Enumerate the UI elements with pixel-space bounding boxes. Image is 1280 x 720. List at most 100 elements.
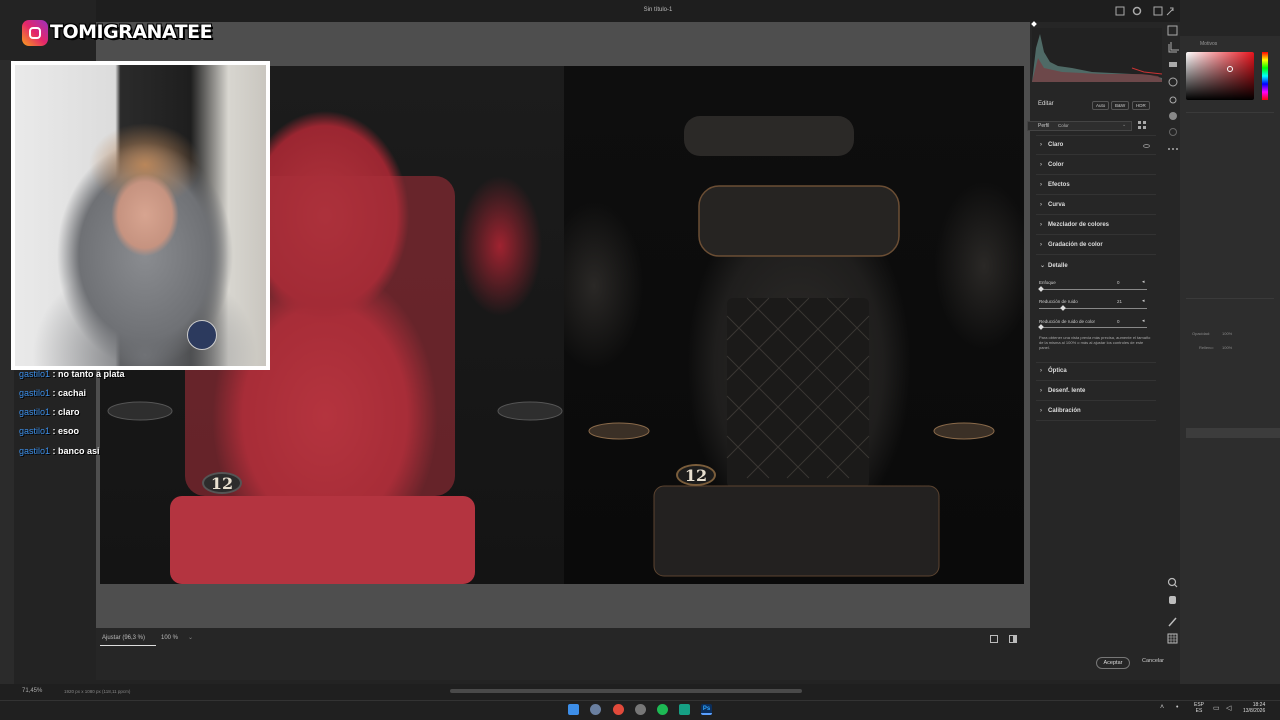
before-after-view-icon[interactable] — [1009, 635, 1017, 643]
spotify-icon[interactable] — [657, 704, 668, 715]
lang-region: ES — [1195, 708, 1203, 714]
slider-track-reduccion-ruido[interactable] — [1039, 308, 1147, 309]
divider — [1036, 214, 1156, 215]
divider — [1036, 400, 1156, 401]
right-panels-header — [1180, 0, 1280, 36]
chat-username: gastilo1 — [19, 369, 51, 379]
network-icon[interactable]: ▭ — [1213, 704, 1220, 712]
zoom-status[interactable]: 71,45% — [22, 688, 42, 694]
app-icon[interactable] — [679, 704, 690, 715]
opacity-value[interactable]: 100% — [1222, 331, 1232, 336]
divider — [1036, 380, 1156, 381]
color-picker-field[interactable] — [1186, 52, 1254, 100]
bw-button[interactable]: B&W — [1111, 101, 1130, 110]
section-optica[interactable]: › Óptica — [1040, 368, 1067, 374]
chevron-right-icon: › — [1040, 142, 1042, 148]
snapshots-icon[interactable] — [1169, 128, 1177, 136]
visibility-eye-icon[interactable] — [1143, 144, 1150, 148]
section-claro[interactable]: › Claro — [1040, 142, 1063, 148]
hue-slider[interactable] — [1262, 52, 1268, 100]
slider-value-reduccion-ruido[interactable]: 21 — [1117, 299, 1122, 304]
profile-browser-grid-icon[interactable] — [1138, 121, 1147, 130]
slider-expand-icon[interactable]: ◂ — [1142, 298, 1145, 304]
section-mezclador[interactable]: › Mezclador de colores — [1040, 222, 1109, 228]
grid-overlay-icon[interactable] — [1167, 633, 1178, 644]
chevron-right-icon: › — [1040, 222, 1042, 228]
auto-button[interactable]: Auto — [1092, 101, 1110, 110]
crop-icon[interactable] — [1168, 42, 1179, 53]
zoom-100-button[interactable]: 100 % — [161, 635, 178, 641]
section-gradacion[interactable]: › Gradación de color — [1040, 242, 1103, 248]
volume-icon[interactable]: ◁ — [1226, 704, 1231, 712]
accept-button[interactable]: Aceptar — [1096, 657, 1130, 669]
section-label: Óptica — [1048, 368, 1067, 374]
profile-chevron-down-icon[interactable]: ⌄ — [1122, 122, 1126, 128]
obs-icon[interactable] — [635, 704, 646, 715]
edit-tools-strip — [1167, 25, 1179, 150]
slider-expand-icon[interactable]: ◂ — [1142, 318, 1145, 324]
save-icon[interactable] — [1115, 6, 1125, 16]
mask-icon[interactable] — [1168, 77, 1178, 87]
slider-value-enfoque[interactable]: 0 — [1117, 280, 1120, 285]
hdr-button[interactable]: HDR — [1132, 101, 1150, 110]
chat-text: claro — [58, 407, 80, 417]
slider-track-ruido-color[interactable] — [1039, 327, 1147, 328]
tray-chevron-up-icon[interactable]: ˄ — [1160, 704, 1164, 711]
chat-text: banco asi — [58, 446, 100, 456]
section-efectos[interactable]: › Efectos — [1040, 182, 1070, 188]
language-indicator[interactable]: ESP ES — [1194, 702, 1204, 714]
dialog-title-icons — [1115, 6, 1174, 16]
slider-expand-icon[interactable]: ◂ — [1142, 279, 1145, 285]
chat-text: no tanto a plata — [58, 369, 125, 379]
settings-icon[interactable] — [590, 704, 601, 715]
section-detalle[interactable]: ⌄ Detalle — [1040, 262, 1068, 269]
chat-username: gastilo1 — [19, 426, 51, 436]
chat-message: gastilo1 : claro — [19, 407, 80, 417]
chat-message: gastilo1 : esoo — [19, 426, 80, 436]
expand-icon[interactable] — [1166, 7, 1174, 16]
chrome-icon[interactable] — [613, 704, 624, 715]
fit-zoom-button[interactable]: Ajustar (96,3 %) — [102, 635, 145, 641]
chevron-right-icon: › — [1040, 388, 1042, 394]
redeye-icon[interactable] — [1169, 96, 1177, 104]
leather-seat-drawing — [588, 116, 995, 577]
fill-value[interactable]: 100% — [1222, 345, 1232, 350]
divider — [1036, 234, 1156, 235]
section-desenf-lente[interactable]: › Desenf. lente — [1040, 388, 1085, 394]
presets-icon[interactable] — [1169, 112, 1177, 120]
zoom-icon[interactable] — [1167, 577, 1178, 588]
section-label: Claro — [1048, 142, 1064, 148]
single-view-icon[interactable] — [990, 635, 998, 643]
photoshop-icon[interactable]: Ps — [701, 704, 712, 715]
layer-row-selected[interactable] — [1186, 428, 1280, 438]
hand-icon[interactable] — [1169, 596, 1176, 604]
webcam-person — [15, 65, 266, 366]
section-color[interactable]: › Color — [1040, 162, 1064, 168]
horizontal-scrollbar[interactable] — [450, 689, 802, 693]
section-label: Calibración — [1048, 408, 1081, 414]
histogram — [1032, 28, 1162, 82]
chevron-right-icon: › — [1040, 368, 1042, 374]
slider-track-enfoque[interactable] — [1039, 289, 1147, 290]
start-icon[interactable] — [568, 704, 579, 715]
edit-sliders-icon[interactable] — [1167, 25, 1178, 36]
panel-tab-motivos[interactable]: Motivos — [1200, 41, 1217, 47]
microphone-icon[interactable]: • — [1176, 704, 1178, 711]
seat-number-badge-after: 12 — [676, 464, 716, 486]
fullscreen-icon[interactable] — [1153, 6, 1163, 16]
section-calibracion[interactable]: › Calibración — [1040, 408, 1081, 414]
divider — [1036, 254, 1156, 255]
eraser-icon[interactable] — [1169, 62, 1177, 67]
slider-label-ruido-color: Reducción de ruido de color — [1039, 319, 1096, 324]
slider-value-ruido-color[interactable]: 0 — [1117, 319, 1120, 324]
fit-zoom-underline — [100, 645, 156, 646]
section-curva[interactable]: › Curva — [1040, 202, 1065, 208]
cancel-button[interactable]: Cancelar — [1142, 658, 1164, 664]
more-icon[interactable] — [1168, 148, 1178, 150]
color-picker-cursor[interactable] — [1227, 66, 1233, 72]
view-tools-strip — [1167, 577, 1178, 644]
zoom-dropdown-chevron-icon[interactable]: ⌄ — [188, 634, 193, 641]
clock[interactable]: 18:24 13/8/2026 — [1243, 702, 1265, 714]
gear-icon[interactable] — [1132, 6, 1142, 16]
color-sampler-icon[interactable] — [1168, 617, 1177, 627]
